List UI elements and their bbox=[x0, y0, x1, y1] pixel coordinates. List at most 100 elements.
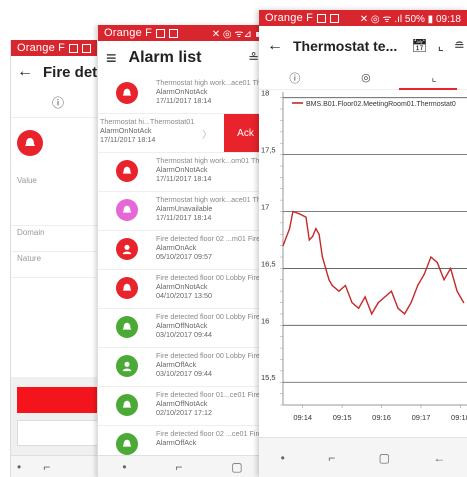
alarm-list-item[interactable]: Fire detected floor 02 ...m01 Fire_D Alar… bbox=[98, 231, 267, 270]
alarm-state: AlarmOffNotAck bbox=[156, 321, 208, 330]
nav-home-icon[interactable]: ▢ bbox=[379, 451, 390, 465]
notification-icon bbox=[317, 13, 327, 23]
alarm-timestamp: 02/10/2017 17:12 bbox=[156, 408, 212, 417]
alarm-list-item[interactable]: Thermostat hi...Thermostat01 AlarmOnNotAc… bbox=[98, 114, 267, 153]
notification-icon bbox=[69, 43, 79, 53]
nav-recent-icon[interactable]: ⌐ bbox=[175, 460, 182, 474]
series-point bbox=[308, 239, 310, 241]
bell-icon bbox=[122, 283, 132, 291]
alarm-list-item[interactable]: Thermostat high work...om01 The AlarmOnNo… bbox=[98, 153, 267, 192]
alarm-timestamp: 17/11/2017 18:14 bbox=[156, 96, 212, 105]
chart-type-icon[interactable]: ⌞ bbox=[438, 38, 444, 54]
alarm-list-item[interactable]: Fire detected floor 00 Lobby Fire_D Alarm… bbox=[98, 309, 267, 348]
alarm-status-icon bbox=[116, 160, 138, 182]
alarm-title: Thermostat high work...ace01 The bbox=[156, 195, 265, 204]
x-tick-label: 09:18 bbox=[451, 413, 467, 422]
alarm-timestamp: 17/11/2017 18:14 bbox=[156, 174, 212, 183]
series-point bbox=[312, 235, 314, 238]
series-point bbox=[456, 290, 458, 292]
tab-info-icon[interactable]: ⓘ bbox=[289, 70, 300, 86]
x-tick-label: 09:15 bbox=[333, 413, 352, 422]
series-point bbox=[351, 302, 353, 304]
series-point bbox=[318, 233, 320, 235]
alarm-list-item[interactable]: Fire detected floor 00 Lobby Fire_D Alarm… bbox=[98, 348, 267, 387]
alarm-text: Fire detected floor 02 ...ce01 Fire_D Ala… bbox=[156, 429, 267, 447]
tab-info[interactable]: ⓘ bbox=[11, 88, 105, 118]
alarm-text: Fire detected floor 00 Lobby Fire_D Alarm… bbox=[156, 312, 267, 339]
settings-icon[interactable]: ≘ bbox=[454, 38, 465, 54]
alarm-text: Fire detected floor 01...ce01 Fire_D Alar… bbox=[156, 390, 267, 417]
system-nav-bar: • ⌐ bbox=[11, 455, 105, 477]
alarm-title: Thermostat high work...om01 The bbox=[156, 156, 264, 165]
menu-icon[interactable]: ≡ bbox=[106, 48, 117, 69]
tab-chart-icon[interactable]: ⌞ bbox=[431, 71, 436, 84]
nav-home-icon[interactable]: ▢ bbox=[231, 460, 242, 474]
app-bar: ≡ Alarm list ≗ bbox=[98, 41, 267, 75]
alarm-status-icon bbox=[116, 433, 138, 455]
operator-label: Orange F bbox=[17, 42, 66, 54]
alarm-timestamp: 05/10/2017 09:57 bbox=[156, 252, 212, 261]
alarm-text: Thermostat hi...Thermostat01 AlarmOnNotAc… bbox=[98, 117, 194, 144]
nav-recent-icon[interactable]: ⌐ bbox=[43, 460, 50, 474]
y-tick-label: 18 bbox=[261, 90, 269, 98]
secondary-button[interactable] bbox=[17, 420, 105, 446]
series-point bbox=[298, 213, 300, 215]
alarm-status-icon bbox=[116, 316, 138, 338]
alarm-timestamp: 04/10/2017 13:50 bbox=[156, 291, 212, 300]
series-point bbox=[404, 313, 406, 315]
y-tick-label: 17 bbox=[261, 203, 269, 212]
series-point bbox=[423, 273, 425, 275]
calendar-icon[interactable]: 📅︎ bbox=[411, 38, 428, 54]
status-icons: ✕ ◎ ᯤ⊿ ∎ bbox=[211, 29, 261, 40]
notification-icon bbox=[169, 28, 179, 38]
page-title: Thermostat te... bbox=[293, 38, 398, 54]
status-icons: ✕ ◎ ᯤ .ıl 50% ▮ 09:18 bbox=[359, 14, 461, 25]
operator-label: Orange F bbox=[104, 27, 153, 39]
bell-icon bbox=[122, 166, 132, 174]
page-title: Fire detec bbox=[43, 63, 105, 81]
alarm-state: AlarmOffAck bbox=[156, 360, 197, 369]
alarm-state: AlarmOnNotAck bbox=[156, 165, 208, 174]
notification-icon bbox=[82, 43, 92, 53]
nav-recent-icon[interactable]: ⌐ bbox=[328, 451, 335, 465]
alarm-title: Thermostat hi...Thermostat01 bbox=[100, 117, 195, 126]
alarm-list-item[interactable]: Fire detected floor 01...ce01 Fire_D Alar… bbox=[98, 387, 267, 426]
alarm-title: Fire detected floor 01...ce01 Fire_D bbox=[156, 390, 267, 399]
nav-dot-icon[interactable]: • bbox=[17, 460, 21, 474]
domain-field: Domain bbox=[11, 226, 105, 252]
series-line bbox=[282, 210, 465, 316]
alarm-text: Thermostat high work...om01 The AlarmOnNo… bbox=[156, 156, 263, 183]
tab-eye-icon[interactable]: ◎ bbox=[361, 71, 371, 84]
nav-dot-icon[interactable]: • bbox=[122, 460, 126, 474]
y-tick-label: 16 bbox=[261, 316, 269, 325]
nav-back-icon[interactable]: ← bbox=[433, 451, 445, 465]
back-arrow-icon[interactable]: ← bbox=[267, 37, 283, 55]
system-nav-bar: • ⌐ ▢ ← bbox=[259, 437, 467, 477]
thermostat-chart: 15,5 16 16,5 17 17,5 18 09:14 09:15 09:16 09:17 09… bbox=[261, 90, 467, 422]
series-point bbox=[390, 290, 392, 292]
nav-dot-icon[interactable]: • bbox=[281, 451, 285, 465]
back-arrow-icon[interactable]: ← bbox=[17, 63, 33, 81]
alarm-status-icon bbox=[116, 199, 138, 221]
alarm-status-icon bbox=[116, 355, 138, 377]
series-point bbox=[430, 256, 432, 258]
series-point bbox=[371, 313, 373, 315]
filter-icon[interactable]: ≗ bbox=[248, 50, 259, 66]
series-point bbox=[417, 284, 419, 287]
app-bar: ← Thermostat te... 📅︎ ⌞ ≘ bbox=[259, 26, 467, 66]
alarm-list: Thermostat high work...ace01 The AlarmOnN… bbox=[98, 75, 267, 465]
ack-button[interactable] bbox=[17, 387, 105, 413]
x-tick-label: 09:17 bbox=[412, 413, 431, 422]
alarm-list-item[interactable]: Fire detected floor 00 Lobby Fire_D Alarm… bbox=[98, 270, 267, 309]
alarm-bell-icon bbox=[17, 130, 43, 156]
alarm-status-icon bbox=[116, 277, 138, 299]
nature-field: Nature bbox=[11, 252, 105, 278]
alarm-title: Fire detected floor 02 ...ce01 Fire_D bbox=[156, 429, 267, 438]
status-bar: Orange F ✕ ◎ ᯤ .ıl 50% ▮ 09:18 bbox=[259, 10, 467, 26]
phone-alarm-detail: Orange F ← Fire detec ⓘ Value Domain Nat… bbox=[10, 40, 105, 477]
alarm-list-item[interactable]: Thermostat high work...ace01 The AlarmUna… bbox=[98, 192, 267, 231]
alarm-text: Fire detected floor 02 ...m01 Fire_D Alar… bbox=[156, 234, 267, 261]
series-point bbox=[331, 284, 333, 287]
series-point bbox=[328, 279, 330, 281]
alarm-list-item[interactable]: Thermostat high work...ace01 The AlarmOnN… bbox=[98, 75, 267, 114]
